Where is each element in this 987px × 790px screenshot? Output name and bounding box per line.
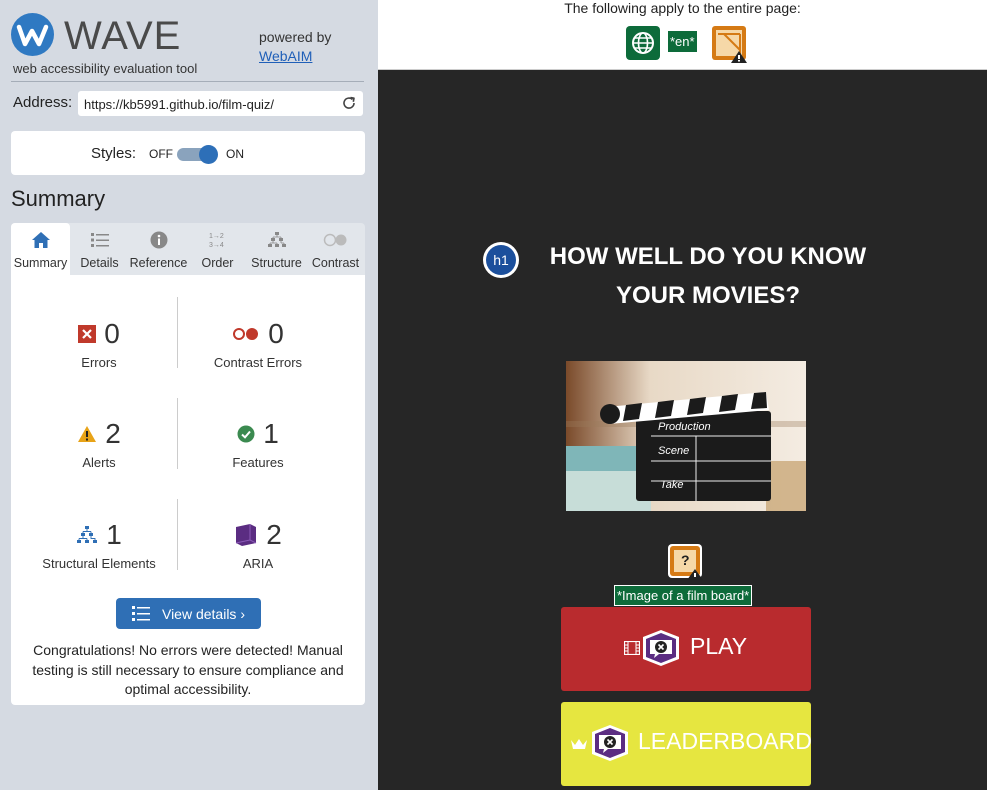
- stat-alerts: 2 Alerts: [24, 417, 174, 470]
- language-badge[interactable]: *en*: [668, 31, 697, 52]
- wave-tagline: web accessibility evaluation tool: [13, 61, 198, 76]
- congrats-message: Congratulations! No errors were detected…: [32, 642, 344, 697]
- alt-text-alert-icon[interactable]: ?: [668, 544, 704, 580]
- view-details-label: View details ›: [161, 605, 245, 622]
- divider: [177, 499, 178, 570]
- home-icon: [31, 232, 50, 248]
- wave-logo-icon: [11, 13, 54, 56]
- tab-label: Reference: [129, 256, 188, 270]
- aria-alert-icon: [592, 725, 628, 761]
- tab-structure[interactable]: Structure: [247, 223, 306, 275]
- tab-label: Contrast: [311, 256, 360, 270]
- tab-details[interactable]: Details: [70, 223, 129, 275]
- svg-text:1→2: 1→2: [209, 233, 224, 240]
- alerts-count: 2: [105, 418, 121, 449]
- language-badge-text: *en*: [670, 34, 695, 49]
- divider: [177, 398, 178, 469]
- powered-by-label: powered by: [259, 29, 332, 45]
- page-preview: h1 HOW WELL DO YOU KNOW YOUR MOVIES? Pro…: [378, 70, 987, 790]
- globe-icon[interactable]: [626, 26, 660, 60]
- crown-icon: [571, 739, 587, 749]
- stat-errors: 0 Errors: [24, 317, 174, 370]
- alert-icon: [78, 426, 97, 442]
- stat-structural: 1 Structural Elements: [24, 518, 174, 571]
- address-input[interactable]: https://kb5991.github.io/film-quiz/: [78, 91, 363, 116]
- tab-reference[interactable]: Reference: [129, 223, 188, 275]
- page-wide-bar: The following apply to the entire page: …: [378, 0, 987, 70]
- tab-label: Summary: [13, 256, 68, 270]
- image-alt-text: *Image of a film board*: [614, 585, 753, 606]
- wave-logo-area: WAVE web accessibility evaluation tool p…: [0, 0, 378, 82]
- list-icon: [131, 606, 150, 621]
- errors-label: Errors: [81, 355, 117, 370]
- style-alert-icon[interactable]: [712, 26, 750, 64]
- stat-aria: 2 ARIA: [183, 518, 333, 571]
- clapper-scene-label: Scene: [658, 445, 689, 457]
- contrast-errors-count: 0: [268, 318, 284, 349]
- toggle-knob: [199, 145, 218, 164]
- contrast-icon: [323, 233, 346, 247]
- order-icon: 1→2 3→4: [209, 233, 224, 249]
- aria-icon: [236, 524, 257, 546]
- leaderboard-label: LEADERBOARD: [638, 728, 812, 754]
- page-wide-text: The following apply to the entire page:: [564, 0, 801, 16]
- feature-check-icon: [237, 425, 255, 443]
- clapper-take-label: Take: [660, 479, 683, 491]
- features-count: 1: [263, 418, 279, 449]
- svg-text:3→4: 3→4: [209, 242, 224, 249]
- page-title: HOW WELL DO YOU KNOW YOUR MOVIES?: [549, 243, 867, 309]
- tab-summary[interactable]: Summary: [11, 223, 70, 275]
- tab-label: Structure: [251, 256, 302, 270]
- address-bar: Address: https://kb5991.github.io/film-q…: [13, 91, 365, 116]
- features-label: Features: [232, 455, 284, 470]
- refresh-icon[interactable]: [341, 95, 357, 111]
- play-button[interactable]: PLAY: [561, 607, 811, 691]
- structure-icon: [77, 526, 98, 543]
- film-board-image: Production Scene Take: [566, 361, 806, 511]
- contrast-errors-label: Contrast Errors: [213, 355, 303, 370]
- styles-off-label: OFF: [149, 147, 173, 161]
- tab-contrast[interactable]: Contrast: [306, 223, 365, 275]
- address-label: Address:: [13, 94, 73, 111]
- powered-by: powered by WebAIM: [259, 28, 331, 66]
- view-details-button[interactable]: View details ›: [116, 598, 261, 629]
- tab-label: Order: [201, 256, 234, 270]
- aria-count: 2: [266, 519, 282, 550]
- aria-alert-icon: [643, 630, 679, 666]
- info-icon: [150, 231, 167, 249]
- stat-features: 1 Features: [183, 417, 333, 470]
- tab-order[interactable]: 1→2 3→4 Order: [188, 223, 247, 275]
- styles-on-label: ON: [226, 147, 244, 161]
- divider: [177, 297, 178, 368]
- errors-count: 0: [104, 318, 120, 349]
- tab-label: Details: [80, 256, 119, 270]
- summary-panel: 0 Errors 0 Contrast Errors 2 Alerts 1 Fe…: [11, 275, 365, 705]
- leaderboard-button[interactable]: LEADERBOARD: [561, 702, 812, 786]
- alt-badge-mark: ?: [681, 552, 690, 568]
- h1-heading-icon[interactable]: h1: [483, 242, 519, 278]
- styles-toggle-box: Styles: OFF ON: [11, 131, 365, 175]
- play-label: PLAY: [690, 633, 748, 659]
- film-icon: [624, 641, 640, 655]
- stat-contrast-errors: 0 Contrast Errors: [183, 317, 333, 370]
- wave-logo-text: WAVE: [64, 14, 182, 58]
- structural-count: 1: [106, 519, 122, 550]
- webaim-link[interactable]: WebAIM: [259, 48, 312, 64]
- h1-badge-text: h1: [486, 245, 516, 275]
- wave-tabs: Summary Details Reference 1→2 3→4 Order: [11, 223, 365, 275]
- aria-label: ARIA: [242, 556, 274, 571]
- wave-sidebar: WAVE web accessibility evaluation tool p…: [0, 0, 378, 790]
- structure-icon: [267, 232, 286, 247]
- styles-toggle[interactable]: [177, 145, 218, 164]
- structural-label: Structural Elements: [42, 556, 156, 571]
- error-icon: [78, 325, 97, 343]
- divider: [11, 81, 364, 82]
- alerts-label: Alerts: [82, 455, 116, 470]
- clapper-production-label: Production: [658, 421, 711, 433]
- styles-label: Styles:: [91, 145, 137, 162]
- list-icon: [90, 233, 109, 247]
- contrast-error-icon: [233, 328, 259, 340]
- summary-heading: Summary: [11, 186, 106, 211]
